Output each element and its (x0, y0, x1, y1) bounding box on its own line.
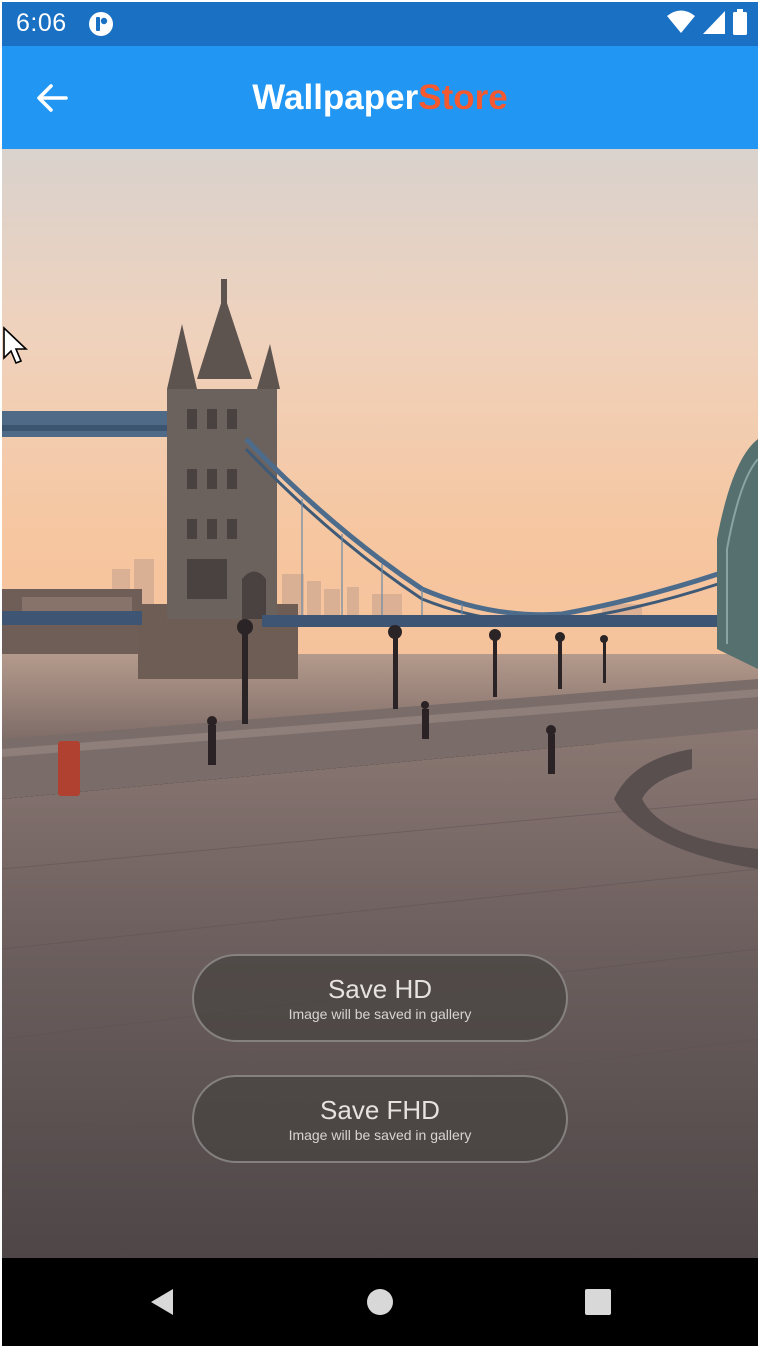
wifi-icon (666, 9, 696, 40)
mouse-cursor-icon (3, 326, 28, 365)
save-hd-subtitle: Image will be saved in gallery (288, 1006, 472, 1022)
app-notification-icon (88, 11, 114, 37)
save-fhd-subtitle: Image will be saved in gallery (288, 1127, 472, 1143)
nav-home-button[interactable] (358, 1280, 402, 1324)
recents-square-icon (585, 1289, 611, 1315)
nav-back-button[interactable] (140, 1280, 184, 1324)
back-button[interactable] (30, 76, 74, 120)
save-hd-button[interactable]: Save HD Image will be saved in gallery (192, 954, 568, 1042)
app-bar: Wallpaper Store (2, 46, 758, 149)
status-time: 6:06 (16, 9, 67, 37)
app-title-store: Store (418, 77, 508, 117)
signal-icon (702, 9, 726, 40)
status-icons (666, 8, 748, 40)
battery-icon (732, 8, 748, 40)
save-fhd-button[interactable]: Save FHD Image will be saved in gallery (192, 1075, 568, 1163)
back-triangle-icon (151, 1289, 173, 1315)
app-title: Wallpaper Store (2, 46, 758, 149)
status-bar: 6:06 (2, 2, 758, 46)
arrow-left-icon (37, 84, 68, 112)
app-title-wallpaper: Wallpaper (252, 77, 419, 117)
save-fhd-label: Save FHD (320, 1095, 440, 1125)
system-nav-bar (2, 1258, 758, 1346)
phone-screen: 6:06 Wallpaper Store Save HD Image will … (2, 2, 758, 1346)
save-hd-label: Save HD (327, 974, 433, 1004)
nav-recents-button[interactable] (576, 1280, 620, 1324)
home-circle-icon (367, 1289, 393, 1315)
wallpaper-preview: Save HD Image will be saved in gallery S… (2, 149, 758, 1258)
